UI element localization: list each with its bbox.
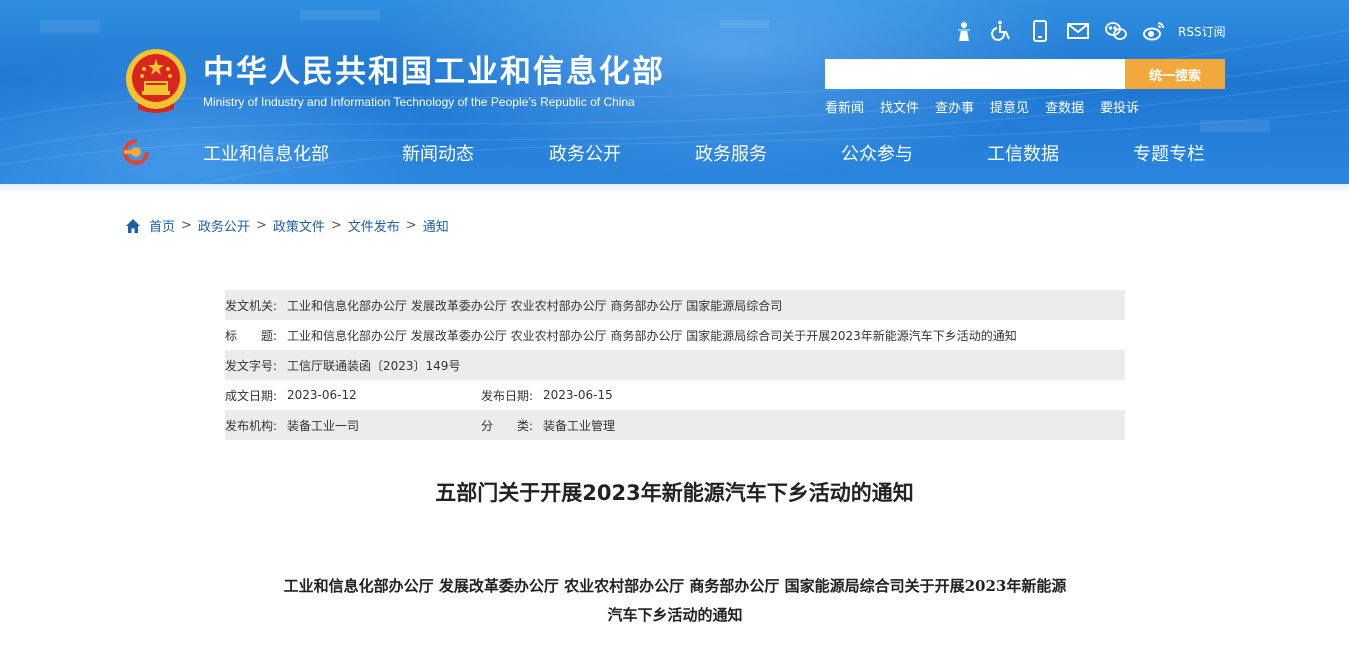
quick-link-feedback[interactable]: 提意见: [990, 97, 1029, 116]
article-title: 五部门关于开展2023年新能源汽车下乡活动的通知: [435, 481, 914, 505]
nav-item-data[interactable]: 工信数据: [987, 140, 1059, 166]
info-cell: 发布机构: 装备工业一司: [225, 417, 481, 434]
info-row-org: 发布机构: 装备工业一司 分 类: 装备工业管理: [225, 410, 1125, 440]
info-row-dates: 成文日期: 2023-06-12 发布日期: 2023-06-15: [225, 380, 1125, 410]
header-banner: 中华人民共和国工业和信息化部 Ministry of Industry and …: [0, 0, 1349, 184]
breadcrumb-gov-affairs[interactable]: 政务公开: [198, 216, 250, 235]
rss-link[interactable]: RSS订阅: [1178, 23, 1226, 40]
info-issuer: 工业和信息化部办公厅 发展改革委办公厅 农业农村部办公厅 商务部办公厅 国家能源…: [287, 298, 783, 313]
info-row-issuer: 发文机关: 工业和信息化部办公厅 发展改革委办公厅 农业农村部办公厅 商务部办公…: [225, 290, 1125, 320]
quick-link-files[interactable]: 找文件: [880, 97, 919, 116]
info-label: 发布机构:: [225, 418, 278, 433]
breadcrumb: 首页 > 政务公开 > 政策文件 > 文件发布 > 通知: [125, 216, 449, 235]
header-toolbar: RSS订阅: [950, 17, 1226, 45]
site-subtitle: Ministry of Industry and Information Tec…: [203, 95, 635, 109]
quick-link-news[interactable]: 看新闻: [825, 97, 864, 116]
banner-fade: [0, 184, 1349, 194]
info-cell: 成文日期: 2023-06-12: [225, 387, 481, 404]
document-heading-line: 汽车下乡活动的通知: [607, 606, 743, 624]
nav-item-gov-affairs[interactable]: 政务公开: [549, 140, 621, 166]
info-row-doc-number: 发文字号: 工信厅联通装函〔2023〕149号: [225, 350, 1125, 380]
info-title: 工业和信息化部办公厅 发展改革委办公厅 农业农村部办公厅 商务部办公厅 国家能源…: [287, 328, 1017, 343]
quick-link-complaint[interactable]: 要投诉: [1100, 97, 1139, 116]
breadcrumb-file-release[interactable]: 文件发布: [348, 216, 400, 235]
mobile-icon[interactable]: [1026, 17, 1054, 45]
ministry-logo-icon[interactable]: [122, 138, 150, 166]
info-category: 装备工业管理: [543, 418, 616, 433]
breadcrumb-separator: >: [405, 218, 417, 233]
breadcrumb-home[interactable]: 首页: [149, 216, 175, 235]
nav-item-topics[interactable]: 专题专栏: [1133, 140, 1205, 166]
info-doc-number: 工信厅联通装函〔2023〕149号: [287, 358, 461, 373]
weibo-icon[interactable]: [1140, 17, 1168, 45]
elderly-mode-icon[interactable]: [950, 17, 978, 45]
info-row-title: 标 题: 工业和信息化部办公厅 发展改革委办公厅 农业农村部办公厅 商务部办公厅…: [225, 320, 1125, 350]
main-nav: 工业和信息化部 新闻动态 政务公开 政务服务 公众参与 工信数据 专题专栏: [0, 136, 1349, 168]
info-label: 成文日期:: [225, 388, 278, 403]
info-label: 标 题:: [225, 328, 278, 343]
breadcrumb-separator: >: [255, 218, 267, 233]
mail-icon[interactable]: [1064, 17, 1092, 45]
info-label: 分 类:: [481, 418, 534, 433]
info-published-date: 2023-06-15: [543, 388, 613, 402]
info-label: 发布日期:: [481, 388, 534, 403]
quick-links: 看新闻 找文件 查办事 提意见 查数据 要投诉: [825, 97, 1155, 116]
nav-item-gov-services[interactable]: 政务服务: [695, 140, 767, 166]
nav-item-ministry[interactable]: 工业和信息化部: [203, 140, 329, 166]
info-label: 发文机关:: [225, 298, 278, 313]
breadcrumb-policy[interactable]: 政策文件: [273, 216, 325, 235]
national-emblem-icon: [126, 49, 186, 113]
document-heading-line: 工业和信息化部办公厅 发展改革委办公厅 农业农村部办公厅 商务部办公厅 国家能源…: [283, 577, 1067, 595]
quick-link-data[interactable]: 查数据: [1045, 97, 1084, 116]
home-icon[interactable]: [125, 218, 141, 234]
nav-item-news[interactable]: 新闻动态: [402, 140, 474, 166]
breadcrumb-separator: >: [181, 218, 192, 233]
breadcrumb-notice[interactable]: 通知: [423, 216, 449, 235]
document-info-table: 发文机关: 工业和信息化部办公厅 发展改革委办公厅 农业农村部办公厅 商务部办公…: [225, 290, 1125, 440]
document-heading: 工业和信息化部办公厅 发展改革委办公厅 农业农村部办公厅 商务部办公厅 国家能源…: [225, 572, 1125, 630]
info-label: 发文字号:: [225, 358, 278, 373]
quick-link-services[interactable]: 查办事: [935, 97, 974, 116]
breadcrumb-separator: >: [330, 218, 342, 233]
site-title[interactable]: 中华人民共和国工业和信息化部: [203, 53, 665, 91]
info-org: 装备工业一司: [287, 418, 360, 433]
nav-item-participation[interactable]: 公众参与: [841, 140, 913, 166]
search-button[interactable]: 统一搜索: [1125, 59, 1225, 89]
info-created-date: 2023-06-12: [287, 388, 357, 402]
search-input[interactable]: [825, 59, 1125, 89]
search-bar: 统一搜索: [825, 59, 1225, 89]
accessibility-icon[interactable]: [988, 17, 1016, 45]
wechat-icon[interactable]: [1102, 17, 1130, 45]
info-cell: 分 类: 装备工业管理: [481, 417, 1081, 434]
info-cell: 发布日期: 2023-06-15: [481, 387, 1081, 404]
